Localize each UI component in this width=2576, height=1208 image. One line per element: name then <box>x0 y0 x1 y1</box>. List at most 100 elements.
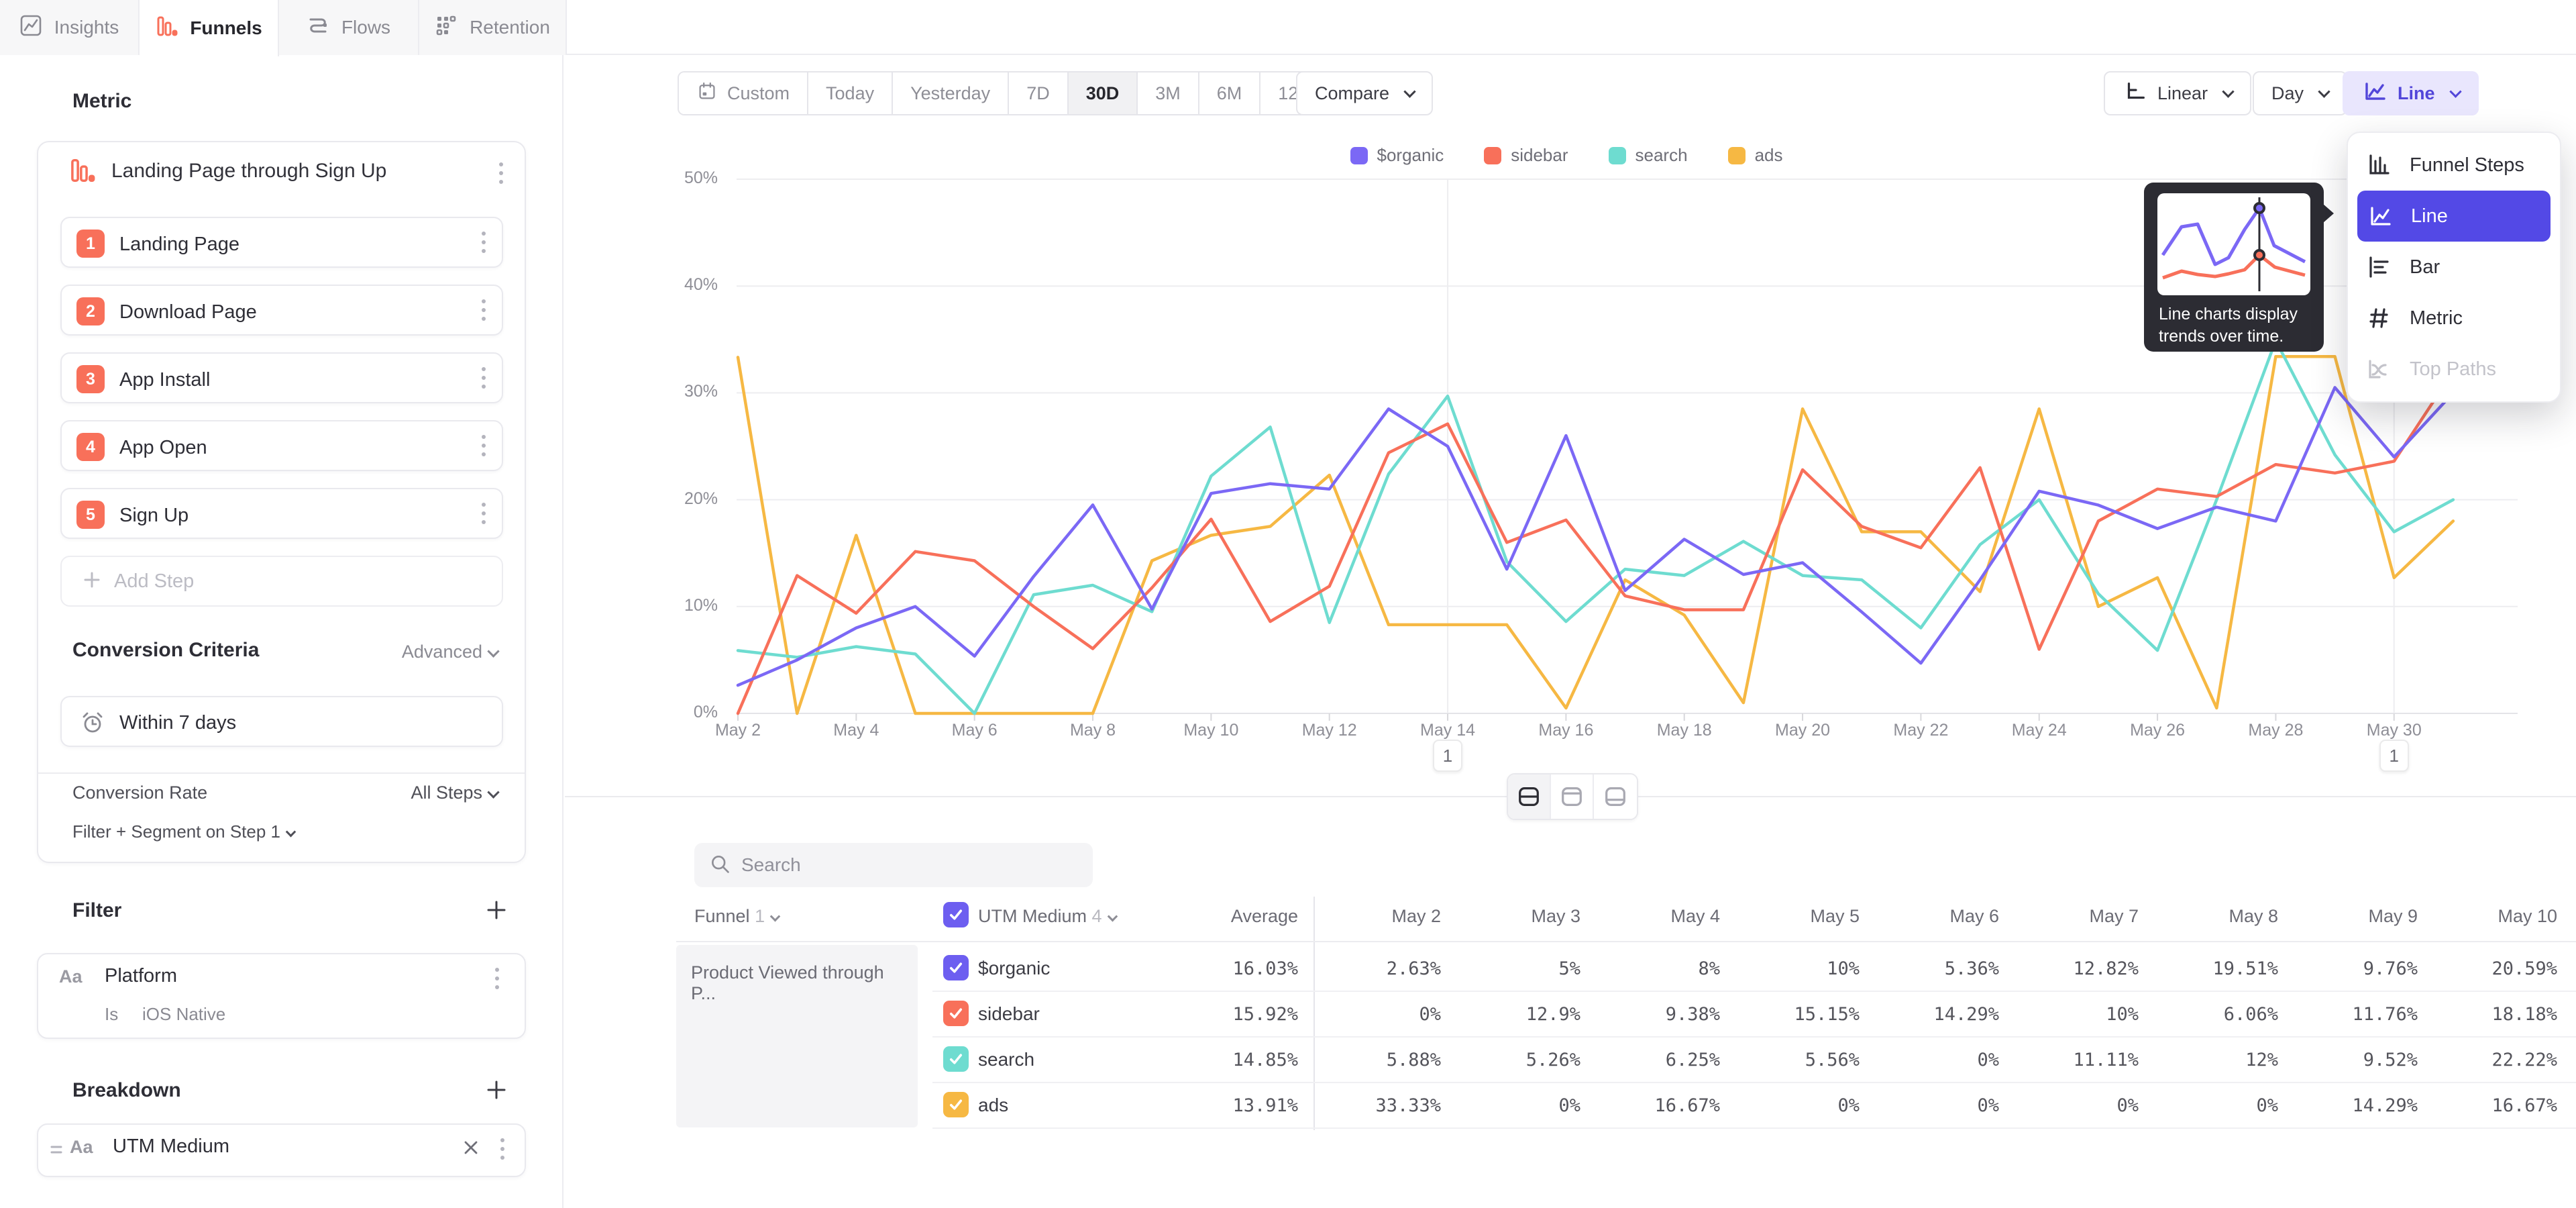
layout-chart-only-button[interactable] <box>1551 774 1594 819</box>
tab-label: Retention <box>470 17 550 38</box>
menu-item-metric[interactable]: Metric <box>2348 293 2560 344</box>
scale-dropdown[interactable]: Linear <box>2104 71 2251 115</box>
step-kebab-menu[interactable] <box>478 499 490 528</box>
advanced-dropdown[interactable]: Advanced <box>295 642 498 662</box>
step-kebab-menu[interactable] <box>478 363 490 393</box>
funnel-step-1[interactable]: 1Landing Page <box>60 217 503 268</box>
range-7d-button[interactable]: 7D <box>1009 72 1069 114</box>
x-tick-label: May 20 <box>1749 721 1856 740</box>
drag-handle-icon[interactable] <box>50 1142 63 1160</box>
filter-operator[interactable]: Is <box>105 1004 118 1025</box>
range-today-button[interactable]: Today <box>808 72 893 114</box>
cell-value: 5.26% <box>1419 1050 1580 1070</box>
row-checkbox-search[interactable] <box>943 1046 969 1072</box>
range-yesterday-button[interactable]: Yesterday <box>893 72 1009 114</box>
chevron-down-icon <box>487 786 499 798</box>
step-number-badge: 3 <box>76 365 105 393</box>
step-kebab-menu[interactable] <box>478 295 490 325</box>
remove-breakdown-icon[interactable] <box>462 1138 480 1160</box>
range-30d-button[interactable]: 30D <box>1069 72 1138 114</box>
add-step-label: Add Step <box>114 570 194 593</box>
breakdown-card[interactable] <box>37 1123 526 1177</box>
layout-split-button[interactable] <box>1508 774 1551 819</box>
interval-dropdown[interactable]: Day <box>2253 71 2347 115</box>
annotation-badge[interactable]: 1 <box>2379 740 2409 772</box>
breakdown-section-title: Breakdown <box>72 1079 181 1102</box>
cell-value: 12.9% <box>1419 1004 1580 1025</box>
step-label: Sign Up <box>119 505 189 527</box>
tab-insights[interactable]: Insights <box>0 0 140 55</box>
linear-scale-icon <box>2123 79 2148 109</box>
table-row-group[interactable]: Product Viewed through P... <box>676 945 918 1127</box>
breakdown-select-all-checkbox[interactable] <box>943 902 969 927</box>
step-kebab-menu[interactable] <box>478 228 490 257</box>
range-custom-button[interactable]: Custom <box>679 72 808 114</box>
cell-value: 8% <box>1559 958 1720 979</box>
add-step-button[interactable]: Add Step <box>60 556 503 607</box>
range-3m-button[interactable]: 3M <box>1138 72 1199 114</box>
cell-value: 5.56% <box>1699 1050 1860 1070</box>
breakdown-kebab-menu[interactable] <box>496 1134 508 1164</box>
cell-value: 2.63% <box>1280 958 1441 979</box>
cell-value: 10% <box>1699 958 1860 979</box>
row-separator <box>932 991 2576 992</box>
add-breakdown-button[interactable] <box>484 1078 508 1105</box>
search-input[interactable] <box>741 854 1063 876</box>
filter-value[interactable]: iOS Native <box>142 1004 225 1025</box>
funnel-title[interactable]: Landing Page through Sign Up <box>111 160 386 183</box>
row-separator <box>932 1036 2576 1038</box>
conversion-window-value: Within 7 days <box>119 712 236 734</box>
cell-value: 0% <box>1978 1095 2139 1116</box>
add-filter-button[interactable] <box>484 898 508 925</box>
row-checkbox-organic[interactable] <box>943 955 969 980</box>
conversion-rate-dropdown[interactable]: All Steps <box>295 783 498 803</box>
table-search <box>694 843 1093 887</box>
tab-retention[interactable]: Retention <box>419 0 567 55</box>
cell-value: 22.22% <box>2396 1050 2557 1070</box>
cell-value: 6.25% <box>1559 1050 1720 1070</box>
chevron-down-icon <box>286 827 297 838</box>
menu-item-line[interactable]: Line <box>2357 191 2551 242</box>
funnel-column-header[interactable]: Funnel 1 <box>694 906 779 927</box>
cell-value: 10% <box>1978 1004 2139 1025</box>
funnel-step-4[interactable]: 4App Open <box>60 420 503 471</box>
metric-section-title: Metric <box>72 90 131 113</box>
funnel-kebab-menu[interactable] <box>495 158 507 188</box>
step-label: Download Page <box>119 301 257 323</box>
cell-value: 16.67% <box>1559 1095 1720 1116</box>
row-checkbox-sidebar[interactable] <box>943 1001 969 1026</box>
tab-flows[interactable]: Flows <box>279 0 419 55</box>
filter-kebab-menu[interactable] <box>491 964 503 993</box>
funnel-step-2[interactable]: 2Download Page <box>60 285 503 336</box>
conversion-window-card[interactable]: Within 7 days <box>60 696 503 747</box>
x-tick-label: May 26 <box>2104 721 2211 740</box>
layout-table-only-button[interactable] <box>1594 774 1637 819</box>
cell-value: 0% <box>1419 1095 1580 1116</box>
x-tick-label: May 4 <box>802 721 910 740</box>
row-checkbox-ads[interactable] <box>943 1092 969 1117</box>
row-label-ads: ads <box>978 1095 1008 1116</box>
menu-item-bar[interactable]: Bar <box>2348 242 2560 293</box>
menu-item-funnel-steps[interactable]: Funnel Steps <box>2348 140 2560 191</box>
funnel-step-5[interactable]: 5Sign Up <box>60 488 503 539</box>
row-separator <box>932 1082 2576 1083</box>
filter-property-name[interactable]: Platform <box>105 965 177 987</box>
conversion-rate-label: Conversion Rate <box>72 783 207 803</box>
filter-segment-dropdown[interactable]: Filter + Segment on Step 1 <box>72 821 294 842</box>
breakdown-column-header[interactable]: UTM Medium 4 <box>978 906 1116 927</box>
cell-value: 14.29% <box>2257 1095 2418 1116</box>
tab-funnels[interactable]: Funnels <box>140 0 279 56</box>
x-tick-label: May 6 <box>921 721 1028 740</box>
tab-label: Funnels <box>190 17 262 39</box>
step-kebab-menu[interactable] <box>478 431 490 460</box>
compare-button[interactable]: Compare <box>1296 71 1433 115</box>
breakdown-property-name[interactable]: UTM Medium <box>113 1136 229 1158</box>
range-6m-button[interactable]: 6M <box>1199 72 1261 114</box>
series-search <box>738 340 2453 713</box>
annotation-badge[interactable]: 1 <box>1433 740 1462 772</box>
chart-type-dropdown[interactable]: Line <box>2343 71 2479 115</box>
funnel-step-3[interactable]: 3App Install <box>60 352 503 403</box>
x-tick-label: May 16 <box>1512 721 1619 740</box>
column-header-may-9: May 9 <box>2257 906 2418 927</box>
layout-toggle-group <box>1507 773 1638 820</box>
